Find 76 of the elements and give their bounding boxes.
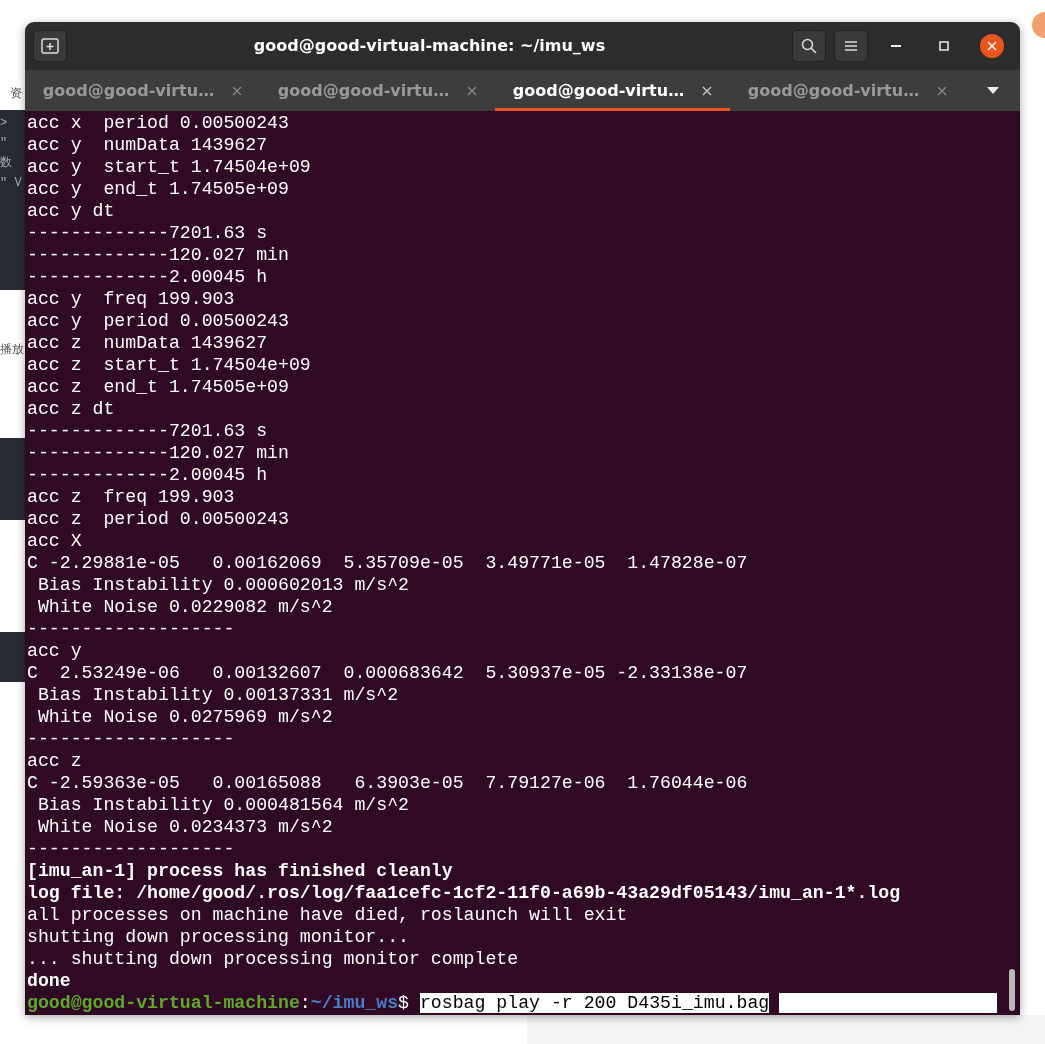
output-line: log file: /home/good/.ros/log/faa1cefc-1cf2-11f0-a69b-43a29df05143/imu_an-1*.log [27, 882, 902, 904]
code-block [0, 632, 25, 682]
output-line: acc y end_t 1.74505e+09 [27, 178, 290, 200]
output-line: ------------------- [27, 618, 236, 640]
output-line: acc z dt [27, 398, 116, 420]
scrollbar[interactable] [1009, 969, 1015, 1011]
terminal-tab[interactable]: good@good-virtu… [25, 70, 260, 111]
output-line: acc y start_t 1.74504e+09 [27, 156, 312, 178]
window-title: good@good-virtual-machine: ~/imu_ws [252, 35, 607, 57]
output-line: White Noise 0.0275969 m/s^2 [36, 706, 334, 728]
search-icon [801, 38, 817, 54]
new-tab-button[interactable] [33, 30, 67, 62]
output-line: acc z start_t 1.74504e+09 [27, 354, 312, 376]
output-line: acc y numData 1439627 [27, 134, 269, 156]
close-button[interactable] [980, 34, 1004, 58]
output-line: all processes on machine have died, roslaunch will exit [27, 904, 629, 926]
prompt-separator: : [299, 993, 311, 1013]
output-line: acc X [27, 530, 83, 552]
tab-label: good@good-virtu… [747, 79, 920, 102]
output-line: acc y dt [27, 200, 116, 222]
output-line: acc y [27, 640, 83, 662]
output-line: Bias Instability 0.000481564 m/s^2 [36, 794, 410, 816]
code-text: " V [0, 176, 23, 192]
output-line: ------------------- [27, 838, 236, 860]
output-line: -------------2.00045 h [27, 266, 269, 288]
minimize-icon [891, 45, 901, 47]
output-line: [imu_an-1] process has finished cleanly [27, 860, 454, 882]
new-tab-icon [41, 38, 59, 54]
output-line: acc y freq 199.903 [27, 288, 236, 310]
output-line: C 2.53249e-06 0.00132607 0.000683642 5.30937e-05 -2.33138e-07 [27, 662, 749, 684]
output-line: acc y period 0.00500243 [27, 310, 290, 332]
output-line: Bias Instability 0.00137331 m/s^2 [36, 684, 400, 706]
output-line: White Noise 0.0229082 m/s^2 [36, 596, 334, 618]
background-text: 资 [10, 86, 23, 101]
code-text: 数 [0, 156, 13, 172]
output-line: White Noise 0.0234373 m/s^2 [36, 816, 334, 838]
output-line: acc x period 0.00500243 [27, 112, 290, 134]
menu-button[interactable] [834, 30, 868, 62]
terminal-tab[interactable]: good@good-virtu… [260, 70, 495, 111]
dropdown-caret-icon[interactable] [986, 87, 999, 94]
output-line: C -2.59363e-05 0.00165088 6.3903e-05 7.79127e-06 1.76044e-06 [27, 772, 749, 794]
output-line: -------------7201.63 s [27, 222, 269, 244]
output-line: Bias Instability 0.000602013 m/s^2 [36, 574, 410, 596]
output-line: shutting down processing monitor... [27, 926, 410, 948]
output-line: acc z period 0.00500243 [27, 508, 290, 530]
output-line: acc z [27, 750, 83, 772]
command-text: rosbag play -r 200 D435i_imu.bag [419, 993, 770, 1013]
output-line: ... shutting down processing monitor complete [27, 948, 520, 970]
close-icon [987, 41, 997, 51]
output-line: -------------2.00045 h [27, 464, 269, 486]
code-text: " [0, 136, 9, 152]
terminal-tab[interactable]: good@good-virtu… [730, 70, 965, 111]
tab-label: good@good-virtu… [277, 79, 450, 102]
background-text: 播放 [0, 342, 25, 357]
output-line: -------------7201.63 s [27, 420, 269, 442]
prompt-user-host: good@good-virtual-machine [27, 993, 300, 1013]
output-line: acc z numData 1439627 [27, 332, 269, 354]
code-text: > [0, 116, 9, 132]
prompt-path: ~/imu_ws [310, 993, 399, 1013]
output-line: done [27, 970, 72, 992]
output-line: acc z freq 199.903 [27, 486, 236, 508]
search-button[interactable] [792, 30, 826, 62]
close-icon[interactable] [232, 85, 243, 96]
prompt-symbol: $ [398, 993, 410, 1013]
output-line: ------------------- [27, 728, 236, 750]
maximize-icon [939, 41, 949, 51]
tab-label: good@good-virtu… [42, 79, 215, 102]
output-line: C -2.29881e-05 0.00162069 5.35709e-05 3.49771e-05 1.47828e-07 [27, 552, 749, 574]
close-icon[interactable] [937, 85, 948, 96]
close-icon[interactable] [467, 85, 478, 96]
output-line: -------------120.027 min [27, 244, 290, 266]
output-line: -------------120.027 min [27, 442, 290, 464]
close-icon[interactable] [702, 85, 713, 96]
menu-icon [844, 40, 858, 52]
output-line: acc z end_t 1.74505e+09 [27, 376, 290, 398]
tab-label: good@good-virtu… [512, 79, 685, 102]
